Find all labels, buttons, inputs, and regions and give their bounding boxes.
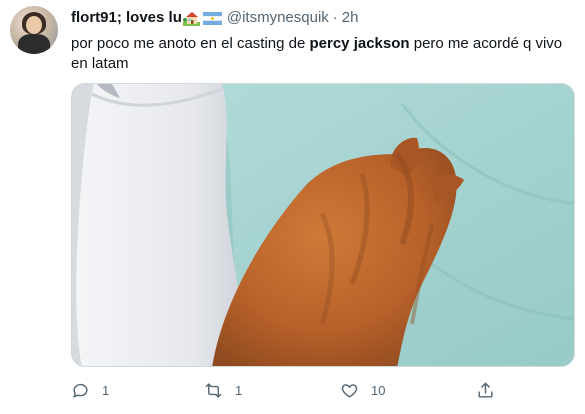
tweet-text: por poco me anoto en el casting de percy…	[71, 34, 571, 74]
tweet-media-photo[interactable]	[71, 83, 575, 367]
retweet-icon	[205, 382, 222, 398]
share-icon	[478, 382, 493, 398]
avatar-body	[18, 34, 50, 54]
header-separator: ·	[332, 8, 338, 26]
heart-icon	[341, 383, 358, 398]
tweet[interactable]: flort91; loves lu @itsmynesquik · 2h por…	[0, 0, 585, 414]
house-with-garden-icon	[182, 11, 200, 26]
avatar[interactable]	[10, 6, 58, 54]
reply-icon	[73, 383, 88, 398]
argentina-flag-icon	[202, 11, 222, 25]
user-handle[interactable]: @itsmynesquik	[227, 9, 329, 26]
tweet-text-bold: percy jackson	[309, 35, 410, 52]
display-name[interactable]: flort91; loves lu	[71, 9, 182, 26]
like-button[interactable]: 10	[340, 375, 385, 405]
retweet-button[interactable]: 1	[204, 375, 242, 405]
avatar-face	[26, 16, 42, 34]
like-count: 10	[371, 382, 386, 398]
reply-button[interactable]: 1	[71, 375, 109, 405]
retweet-count: 1	[235, 382, 243, 398]
tweet-header: flort91; loves lu @itsmynesquik · 2h	[71, 7, 358, 27]
tweet-timestamp[interactable]: 2h	[342, 9, 359, 26]
tweet-text-start: por poco me anoto en el casting de	[71, 35, 310, 52]
share-button[interactable]	[476, 375, 495, 405]
reply-count: 1	[102, 382, 110, 398]
tweet-actions: 1 1 10	[0, 375, 585, 405]
